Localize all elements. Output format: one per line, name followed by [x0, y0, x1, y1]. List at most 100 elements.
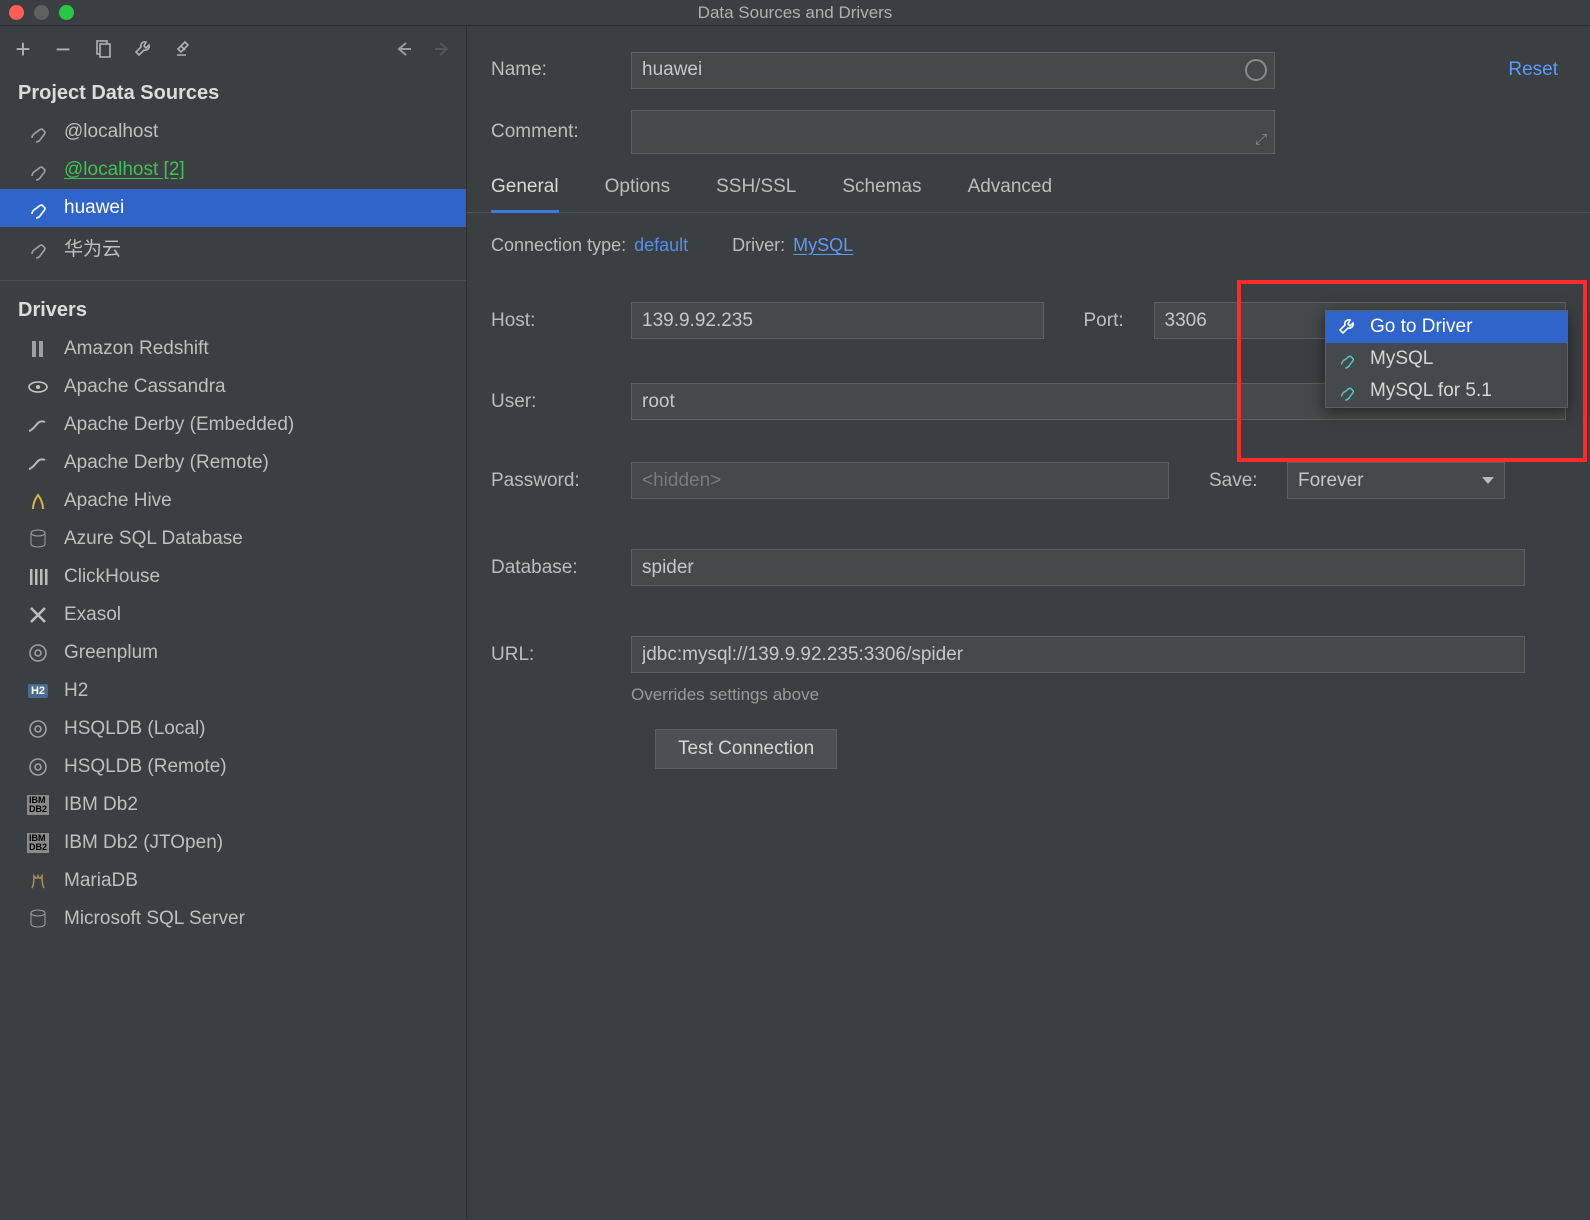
- driver-label: HSQLDB (Local): [64, 718, 206, 740]
- color-picker-icon[interactable]: [1245, 59, 1267, 81]
- driver-icon: [26, 413, 50, 437]
- driver-item[interactable]: Apache Derby (Embedded): [0, 406, 466, 444]
- driver-label: ClickHouse: [64, 566, 160, 588]
- plug-icon: [26, 236, 50, 260]
- driver-icon: H2: [26, 679, 50, 703]
- url-row: URL:: [467, 626, 1590, 683]
- driver-item[interactable]: Apache Cassandra: [0, 368, 466, 406]
- driver-icon: IBMDB2: [26, 793, 50, 817]
- driver-item[interactable]: HSQLDB (Remote): [0, 748, 466, 786]
- driver-item[interactable]: Azure SQL Database: [0, 520, 466, 558]
- driver-item[interactable]: Greenplum: [0, 634, 466, 672]
- driver-label: Apache Cassandra: [64, 376, 226, 398]
- save-select[interactable]: Forever: [1287, 462, 1505, 499]
- import-icon[interactable]: [170, 36, 196, 62]
- driver-label: H2: [64, 680, 88, 702]
- menu-item-go-to-driver[interactable]: Go to Driver: [1326, 311, 1567, 343]
- plug-icon: [1336, 348, 1358, 370]
- driver-icon: [26, 641, 50, 665]
- nav-back-icon[interactable]: [390, 36, 416, 62]
- driver-label: Greenplum: [64, 642, 158, 664]
- driver-item[interactable]: Exasol: [0, 596, 466, 634]
- driver-item[interactable]: IBMDB2 IBM Db2 (JTOpen): [0, 824, 466, 862]
- password-label: Password:: [491, 470, 631, 492]
- driver-label: Exasol: [64, 604, 121, 626]
- tab-options[interactable]: Options: [605, 176, 670, 212]
- menu-item-driver[interactable]: MySQL: [1326, 343, 1567, 375]
- sidebar-heading-sources: Project Data Sources: [0, 72, 466, 113]
- tab-general[interactable]: General: [491, 176, 559, 213]
- data-source-label: 华为云: [64, 234, 121, 261]
- tab-advanced[interactable]: Advanced: [968, 176, 1053, 212]
- host-input[interactable]: [631, 302, 1044, 339]
- menu-item-label: MySQL: [1370, 348, 1433, 370]
- driver-item[interactable]: Apache Derby (Remote): [0, 444, 466, 482]
- driver-item[interactable]: Amazon Redshift: [0, 330, 466, 368]
- driver-icon: IBMDB2: [26, 831, 50, 855]
- window-title: Data Sources and Drivers: [0, 3, 1590, 23]
- tab-bar: General Options SSH/SSL Schemas Advanced: [467, 154, 1590, 213]
- data-source-item[interactable]: 华为云: [0, 227, 466, 268]
- name-input[interactable]: [631, 52, 1275, 89]
- copy-icon[interactable]: [90, 36, 116, 62]
- menu-item-label: MySQL for 5.1: [1370, 380, 1492, 402]
- driver-link[interactable]: MySQL: [793, 235, 853, 256]
- connection-type-row: Connection type: default Driver: MySQL: [467, 213, 1590, 262]
- tab-ssh-ssl[interactable]: SSH/SSL: [716, 176, 796, 212]
- add-icon[interactable]: [10, 36, 36, 62]
- driver-icon: [26, 565, 50, 589]
- user-label: User:: [491, 391, 631, 413]
- driver-icon: [26, 755, 50, 779]
- driver-label: Amazon Redshift: [64, 338, 209, 360]
- comment-row: Comment: ⤢: [467, 110, 1590, 154]
- name-row: Name: Reset: [467, 48, 1590, 92]
- driver-label: Azure SQL Database: [64, 528, 243, 550]
- plug-icon: [26, 158, 50, 182]
- url-input[interactable]: [631, 636, 1525, 673]
- driver-item[interactable]: ClickHouse: [0, 558, 466, 596]
- plug-icon: [26, 196, 50, 220]
- port-label: Port:: [1084, 310, 1154, 332]
- sidebar-divider: [0, 280, 466, 281]
- data-source-item-selected[interactable]: huawei: [0, 189, 466, 227]
- driver-item[interactable]: Microsoft SQL Server: [0, 900, 466, 938]
- expand-icon[interactable]: ⤢: [1255, 131, 1267, 148]
- driver-label: IBM Db2 (JTOpen): [64, 832, 223, 854]
- driver-icon: [26, 907, 50, 931]
- driver-label: Apache Hive: [64, 490, 172, 512]
- comment-input[interactable]: [631, 110, 1275, 154]
- data-source-item[interactable]: @localhost: [0, 113, 466, 151]
- save-value: Forever: [1298, 470, 1363, 492]
- driver-icon: [26, 489, 50, 513]
- data-source-item[interactable]: @localhost [2]: [0, 151, 466, 189]
- reset-link[interactable]: Reset: [1508, 59, 1558, 81]
- nav-forward-icon: [430, 36, 456, 62]
- save-label: Save:: [1209, 470, 1287, 492]
- wrench-icon: [1336, 316, 1358, 338]
- database-input[interactable]: [631, 549, 1525, 586]
- menu-item-label: Go to Driver: [1370, 316, 1472, 338]
- tab-schemas[interactable]: Schemas: [842, 176, 921, 212]
- sidebar: Project Data Sources @localhost @localho…: [0, 26, 467, 1220]
- sidebar-toolbar: [0, 26, 466, 72]
- driver-label: Driver:: [732, 235, 785, 256]
- chevron-down-icon: [1482, 477, 1494, 484]
- url-label: URL:: [491, 644, 631, 666]
- data-source-label: @localhost [2]: [64, 159, 185, 181]
- driver-icon: [26, 603, 50, 627]
- driver-item[interactable]: HSQLDB (Local): [0, 710, 466, 748]
- url-hint: Overrides settings above: [467, 683, 1590, 719]
- test-connection-button[interactable]: Test Connection: [655, 729, 837, 769]
- remove-icon[interactable]: [50, 36, 76, 62]
- connection-type-label: Connection type:: [491, 235, 626, 256]
- driver-icon: [26, 337, 50, 361]
- driver-item[interactable]: H2 H2: [0, 672, 466, 710]
- sidebar-heading-drivers: Drivers: [0, 289, 466, 330]
- password-input[interactable]: [631, 462, 1169, 499]
- menu-item-driver[interactable]: MySQL for 5.1: [1326, 375, 1567, 407]
- driver-item[interactable]: Apache Hive: [0, 482, 466, 520]
- connection-type-link[interactable]: default: [634, 235, 688, 256]
- wrench-icon[interactable]: [130, 36, 156, 62]
- driver-item[interactable]: MariaDB: [0, 862, 466, 900]
- driver-item[interactable]: IBMDB2IBM Db2: [0, 786, 466, 824]
